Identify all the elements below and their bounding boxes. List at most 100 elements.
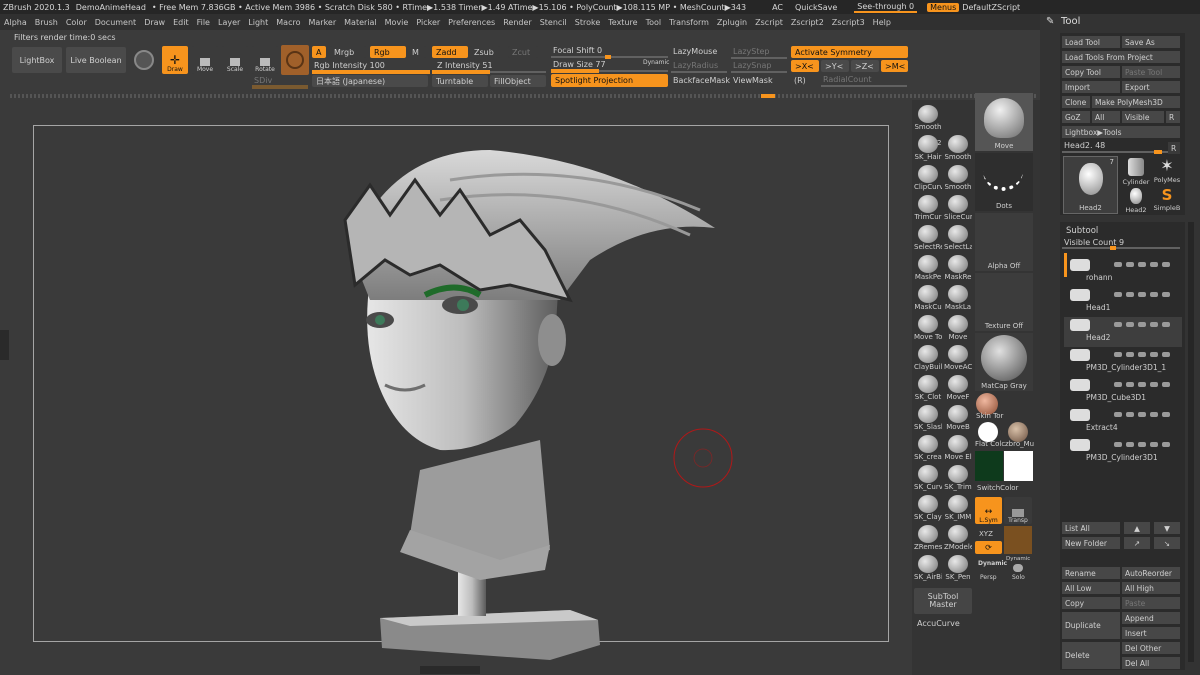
toggle-icon[interactable]: [1138, 411, 1146, 417]
stroke-dots-tile[interactable]: Dots: [975, 153, 1033, 211]
subtool-item[interactable]: PM3D_Cube3D1: [1064, 377, 1182, 407]
solo-button[interactable]: Solo: [1012, 574, 1025, 581]
brush-maskla-button[interactable]: MaskLa: [944, 285, 972, 314]
toggle-icon[interactable]: [1126, 261, 1134, 267]
goz-r-button[interactable]: R: [1166, 111, 1180, 123]
toggle-icon[interactable]: [1150, 321, 1158, 327]
radialcount-slider[interactable]: [821, 85, 907, 87]
rename-button[interactable]: Rename: [1062, 567, 1120, 579]
menu-document[interactable]: Document: [91, 18, 140, 27]
menu-alpha[interactable]: Alpha: [0, 18, 31, 27]
brush-moveb-button[interactable]: MoveB: [944, 405, 972, 434]
brush-selectre-button[interactable]: SelectRe: [914, 225, 942, 254]
brush-maskre-button[interactable]: MaskRe: [944, 255, 972, 284]
left-tray-handle[interactable]: [0, 330, 9, 360]
goz-all-button[interactable]: All: [1092, 111, 1120, 123]
brush-sk-slasl-button[interactable]: SK_Slasl: [914, 405, 942, 434]
menu-zscript3[interactable]: Zscript3: [828, 18, 869, 27]
lightbox-tools-button[interactable]: Lightbox▶Tools: [1062, 126, 1180, 138]
material-tile[interactable]: MatCap Gray: [975, 333, 1033, 391]
clone-button[interactable]: Clone: [1062, 96, 1090, 108]
floor-icon[interactable]: [1004, 526, 1032, 554]
goz-button[interactable]: GoZ: [1062, 111, 1090, 123]
sdiv-slider[interactable]: [252, 85, 308, 89]
brush-sk-clot-button[interactable]: SK_Clot: [914, 375, 942, 404]
head2-small-thumb[interactable]: Head2: [1122, 186, 1150, 214]
transp-button[interactable]: Transp: [1004, 497, 1032, 524]
menu-texture[interactable]: Texture: [604, 18, 641, 27]
language-button[interactable]: 日本語 (Japanese): [312, 75, 428, 87]
z-intensity-slider[interactable]: [432, 70, 546, 74]
menu-zscript[interactable]: Zscript: [751, 18, 787, 27]
toggle-icon[interactable]: [1138, 441, 1146, 447]
brush-zmodele-button[interactable]: ZModele: [944, 525, 972, 554]
zcut-button[interactable]: Zcut: [508, 46, 538, 58]
menu-file[interactable]: File: [193, 18, 214, 27]
menu-stencil[interactable]: Stencil: [536, 18, 571, 27]
brush-sk-pen-button[interactable]: SK_Pen: [944, 555, 972, 584]
eye-icon[interactable]: [1162, 381, 1170, 387]
visible-count-slider[interactable]: [1062, 246, 1180, 250]
dynamic-persp-label[interactable]: Dynamic: [1006, 556, 1030, 562]
a-button[interactable]: A: [312, 46, 326, 58]
rgb-intensity-slider[interactable]: [312, 70, 430, 74]
menu-transform[interactable]: Transform: [665, 18, 713, 27]
brush-trimcur-button[interactable]: TrimCur: [914, 195, 942, 224]
persp-button[interactable]: Persp: [980, 574, 997, 581]
brush-claybuil-button[interactable]: ClayBuil: [914, 345, 942, 374]
draw-size-slider[interactable]: [551, 69, 668, 73]
duplicate-button[interactable]: Duplicate: [1062, 612, 1120, 639]
mrgb-button[interactable]: Mrgb: [330, 46, 366, 58]
append-button[interactable]: Append: [1122, 612, 1180, 624]
symmetry-x-button[interactable]: >X<: [791, 60, 819, 72]
brush-sk-hair-button[interactable]: SK_Hair: [914, 135, 942, 164]
autoreorder-button[interactable]: AutoReorder: [1122, 567, 1180, 579]
toggle-icon[interactable]: [1114, 321, 1122, 327]
brush-move-el-button[interactable]: Move El: [944, 435, 972, 464]
shelf-scroll-handle[interactable]: [761, 94, 775, 98]
menu-picker[interactable]: Picker: [412, 18, 444, 27]
rotate-mode-button[interactable]: Rotate: [252, 46, 278, 74]
paste-tool-button[interactable]: Paste Tool: [1122, 66, 1180, 78]
toggle-icon[interactable]: [1126, 321, 1134, 327]
accucurve-button[interactable]: AccuCurve: [917, 619, 960, 628]
del-other-button[interactable]: Del Other: [1122, 642, 1180, 654]
edit-mode-icon[interactable]: [134, 50, 154, 70]
subtool-item[interactable]: PM3D_Cylinder3D1: [1064, 437, 1182, 467]
delete-button[interactable]: Delete: [1062, 642, 1120, 669]
toggle-icon[interactable]: [1150, 261, 1158, 267]
brush-clipcurv-button[interactable]: ClipCurv: [914, 165, 942, 194]
bottom-tray-handle[interactable]: [420, 666, 480, 674]
solo-icon[interactable]: [1013, 564, 1023, 572]
zadd-button[interactable]: Zadd: [432, 46, 468, 58]
dynamic-label-left[interactable]: Dynamic: [978, 560, 1007, 567]
import-button[interactable]: Import: [1062, 81, 1120, 93]
seethrough-slider[interactable]: See-through 0: [854, 2, 918, 13]
subtool-item[interactable]: rohann: [1064, 257, 1182, 287]
toggle-icon[interactable]: [1114, 351, 1122, 357]
menu-draw[interactable]: Draw: [140, 18, 169, 27]
toggle-icon[interactable]: [1126, 291, 1134, 297]
export-button[interactable]: Export: [1122, 81, 1180, 93]
lazyradius-button[interactable]: LazyRadius: [673, 61, 718, 70]
menu-brush[interactable]: Brush: [31, 18, 62, 27]
all-low-button[interactable]: All Low: [1062, 582, 1120, 594]
menus-toggle[interactable]: Menus: [927, 2, 960, 12]
menu-render[interactable]: Render: [499, 18, 535, 27]
head2-tool-slider[interactable]: [1062, 150, 1168, 154]
toggle-icon[interactable]: [1150, 291, 1158, 297]
tool-panel-scrollbar[interactable]: [1188, 222, 1194, 662]
lazysnap-button[interactable]: LazySnap: [733, 61, 771, 70]
toggle-icon[interactable]: [1138, 261, 1146, 267]
brush-sk-crea-button[interactable]: SK_crea: [914, 435, 942, 464]
toggle-icon[interactable]: [1126, 351, 1134, 357]
alpha-tile[interactable]: Alpha Off: [975, 213, 1033, 271]
menu-macro[interactable]: Macro: [272, 18, 304, 27]
brush-maskpe-button[interactable]: MaskPe: [914, 255, 942, 284]
toggle-icon[interactable]: [1126, 381, 1134, 387]
brush-movef-button[interactable]: MoveF: [944, 375, 972, 404]
secondary-color-swatch[interactable]: [1004, 451, 1033, 481]
toggle-icon[interactable]: [1114, 261, 1122, 267]
material-swatch[interactable]: [281, 45, 309, 75]
symmetry-z-button[interactable]: >Z<: [851, 60, 879, 72]
